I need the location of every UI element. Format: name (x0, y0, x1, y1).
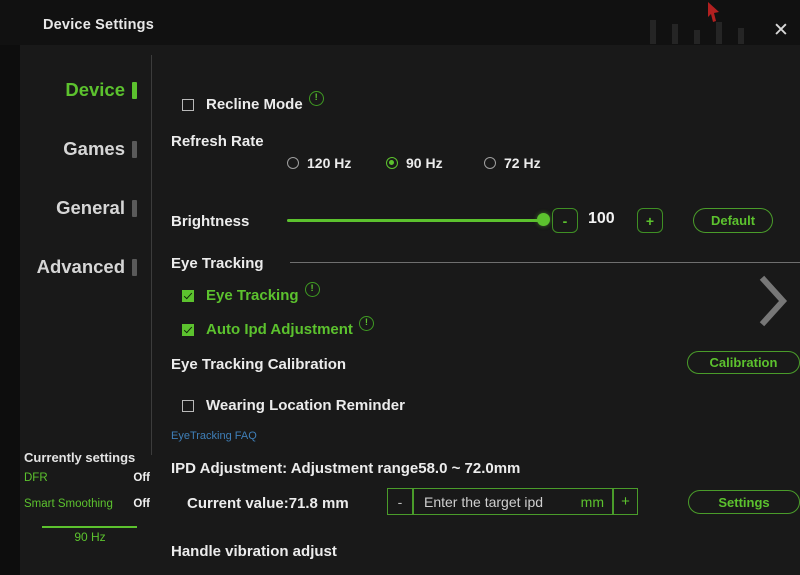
wearing-location-reminder-row[interactable]: Wearing Location Reminder (182, 397, 405, 414)
calibration-button[interactable]: Calibration (687, 351, 800, 374)
sidebar-item-label: Advanced (36, 256, 125, 277)
sidebar-item-general[interactable]: General (56, 197, 137, 219)
sidebar-item-advanced[interactable]: Advanced (37, 256, 137, 278)
eyetracking-faq-link[interactable]: EyeTracking FAQ (171, 430, 257, 442)
brightness-decrease-button[interactable]: - (552, 208, 578, 233)
eye-tracking-divider (290, 262, 800, 263)
currently-settings-refresh-rate: 90 Hz (74, 530, 106, 544)
sidebar-nav: Device Games General Advanced Currently … (20, 45, 152, 575)
currently-settings-row: Smart Smoothing Off (24, 498, 158, 514)
eye-tracking-checkbox[interactable] (182, 289, 194, 302)
auto-ipd-row[interactable]: Auto Ipd Adjustment ! (182, 316, 374, 338)
radio-label: 72 Hz (504, 155, 541, 171)
sidebar-marker (132, 258, 137, 276)
wearing-location-reminder-label: Wearing Location Reminder (206, 397, 405, 414)
brightness-slider[interactable] (287, 213, 550, 227)
handle-vibration-label: Handle vibration adjust (171, 543, 337, 560)
slider-thumb[interactable] (537, 213, 550, 226)
info-icon[interactable]: ! (308, 91, 324, 106)
sidebar-marker (132, 199, 137, 217)
app-root: Device Settings ✕ Device Games General A… (0, 0, 800, 575)
window-title: Device Settings (43, 17, 154, 33)
info-icon[interactable]: ! (304, 282, 320, 297)
auto-ipd-checkbox[interactable] (182, 323, 194, 336)
ipd-settings-button[interactable]: Settings (688, 490, 800, 514)
radio-120hz[interactable] (287, 157, 299, 169)
ipd-current-value: Current value:71.8 mm (187, 495, 349, 512)
radio-90hz[interactable] (386, 157, 398, 169)
cursor-pointer-icon (708, 2, 719, 22)
eye-tracking-calibration-label: Eye Tracking Calibration (171, 356, 347, 373)
refresh-rate-option-120[interactable]: 120 Hz (287, 155, 351, 171)
sidebar-active-marker (132, 81, 137, 99)
ipd-increase-button[interactable]: + (613, 488, 638, 515)
title-bar: Device Settings ✕ (0, 0, 800, 45)
currently-settings-value: Off (133, 498, 150, 510)
background-bars-decoration (650, 18, 760, 44)
sidebar-item-label: Device (65, 79, 125, 100)
brightness-value: 100 (588, 210, 615, 227)
chevron-right-icon[interactable] (758, 275, 788, 327)
eye-tracking-section-label: Eye Tracking (171, 255, 264, 272)
ipd-input-unit: mm (580, 493, 604, 510)
sidebar-item-label: General (56, 197, 125, 218)
ipd-input-placeholder: Enter the target ipd (424, 493, 544, 510)
info-icon[interactable]: ! (358, 316, 374, 331)
sidebar-item-games[interactable]: Games (63, 138, 137, 160)
radio-label: 120 Hz (307, 155, 352, 171)
refresh-rate-label: Refresh Rate (171, 133, 264, 150)
ipd-decrease-button[interactable]: - (387, 488, 413, 515)
currently-settings-row: DFR Off (24, 472, 158, 488)
recline-mode-label: Recline Mode (206, 96, 303, 113)
brightness-default-button[interactable]: Default (693, 208, 773, 233)
refresh-rate-option-72[interactable]: 72 Hz (484, 155, 541, 171)
currently-settings-title: Currently settings (24, 450, 136, 465)
currently-settings-value: Off (133, 472, 150, 484)
currently-settings-key: Smart Smoothing (24, 498, 113, 510)
brightness-increase-button[interactable]: + (637, 208, 663, 233)
auto-ipd-label: Auto Ipd Adjustment (206, 321, 353, 338)
currently-settings-underline (42, 526, 137, 528)
slider-fill (287, 219, 545, 222)
sidebar-marker (132, 140, 137, 158)
wearing-location-reminder-checkbox[interactable] (182, 399, 194, 412)
settings-panel: Device Games General Advanced Currently … (20, 45, 800, 575)
radio-72hz[interactable] (484, 157, 496, 169)
recline-mode-checkbox[interactable] (182, 98, 194, 111)
eye-tracking-label: Eye Tracking (206, 287, 299, 304)
sidebar-item-label: Games (63, 138, 125, 159)
currently-settings-key: DFR (24, 472, 48, 484)
refresh-rate-option-90[interactable]: 90 Hz (386, 155, 443, 171)
recline-mode-row[interactable]: Recline Mode ! (182, 91, 324, 113)
ipd-target-input[interactable]: Enter the target ipd mm (413, 488, 613, 515)
ipd-adjustment-heading: IPD Adjustment: Adjustment range58.0 ~ 7… (171, 460, 521, 477)
settings-content: Recline Mode ! Refresh Rate 120 Hz 90 Hz (151, 45, 800, 575)
close-icon[interactable]: ✕ (770, 20, 792, 42)
eye-tracking-row[interactable]: Eye Tracking ! (182, 282, 320, 304)
sidebar-item-device[interactable]: Device (65, 79, 137, 101)
brightness-label: Brightness (171, 213, 250, 230)
radio-label: 90 Hz (406, 155, 443, 171)
